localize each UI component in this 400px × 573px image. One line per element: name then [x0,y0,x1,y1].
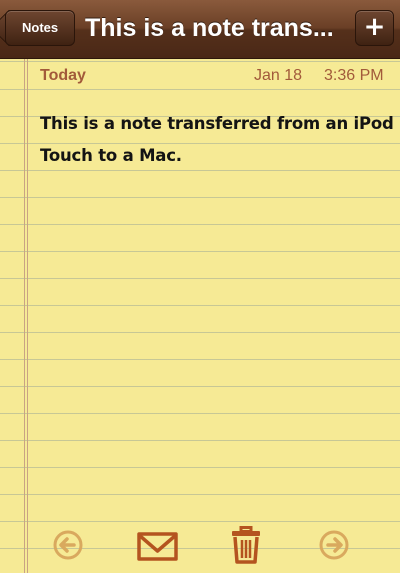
plus-icon: + [363,12,386,42]
delete-note-button[interactable] [228,526,264,564]
add-note-button[interactable]: + [355,10,394,46]
navigation-bar: Notes This is a note trans... + [0,0,400,59]
note-date-label: Jan 18 [254,67,303,84]
previous-note-button[interactable] [50,526,86,564]
margin-line [27,59,28,573]
note-date-row: Today Jan 18 3:36 PM [38,66,393,88]
trash-icon [228,526,264,564]
email-note-button[interactable] [136,526,180,564]
note-body-text[interactable]: This is a note transferred from an iPod … [40,108,395,172]
note-time-label: 3:36 PM [324,67,384,84]
back-button-label: Notes [22,20,59,35]
next-arrow-icon [316,526,352,564]
page-title: This is a note trans... [85,14,334,42]
margin-line [24,59,25,573]
note-day-label: Today [40,67,86,84]
back-button[interactable]: Notes [5,10,75,46]
mail-icon [136,526,180,564]
bottom-toolbar [0,518,400,573]
previous-arrow-icon [50,526,86,564]
next-note-button[interactable] [316,526,352,564]
